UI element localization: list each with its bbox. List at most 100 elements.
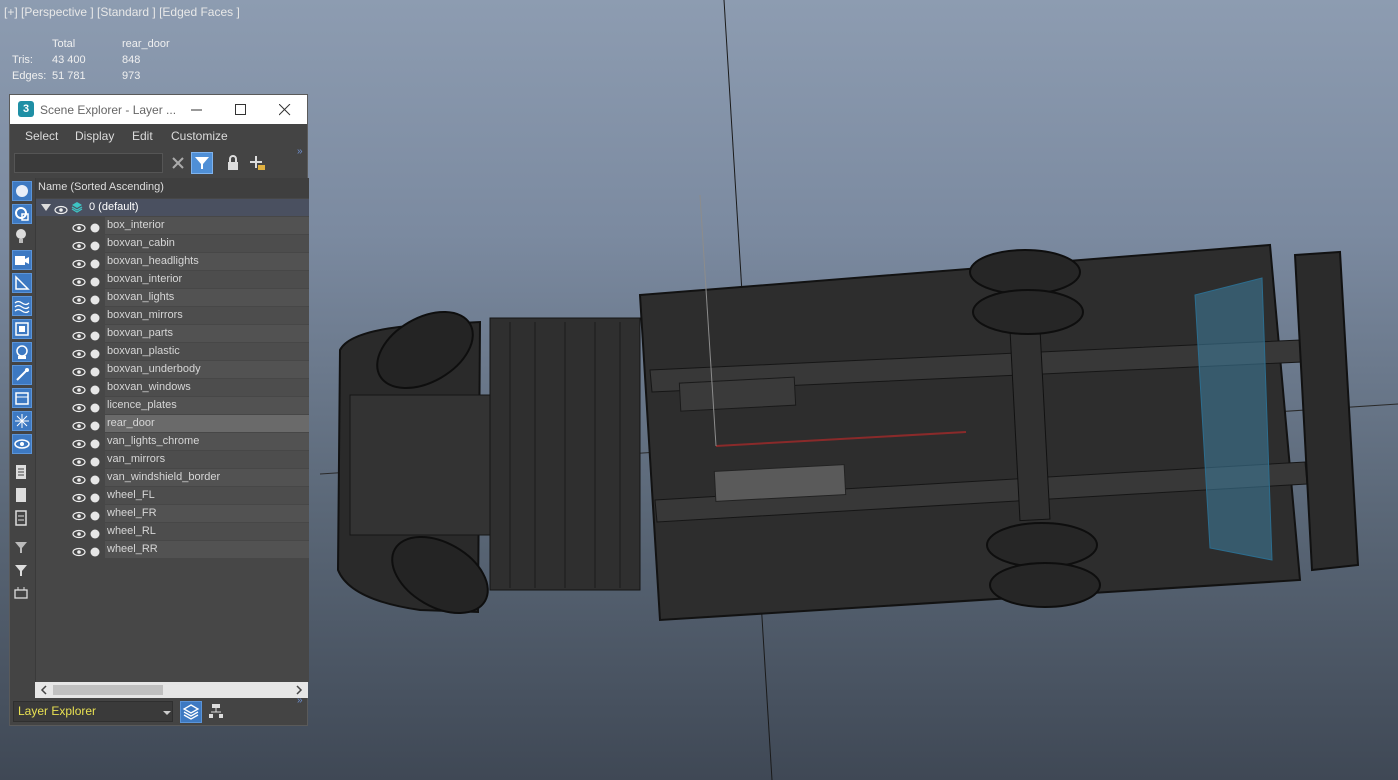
- visibility-eye-icon[interactable]: [72, 547, 86, 557]
- render-toggle-icon[interactable]: [90, 259, 100, 269]
- render-toggle-icon[interactable]: [90, 241, 100, 251]
- visibility-eye-icon[interactable]: [72, 349, 86, 359]
- filter-button[interactable]: [12, 561, 32, 581]
- render-toggle-icon[interactable]: [90, 331, 100, 341]
- tree-item[interactable]: boxvan_plastic: [36, 343, 309, 360]
- display-hidden-button[interactable]: [12, 434, 32, 454]
- display-cameras-button[interactable]: [12, 250, 32, 270]
- tree-item[interactable]: boxvan_mirrors: [36, 307, 309, 324]
- sort-by-layer-button[interactable]: [180, 701, 202, 723]
- lock-button[interactable]: [222, 152, 244, 174]
- tree-item[interactable]: van_lights_chrome: [36, 433, 309, 450]
- visibility-eye-icon[interactable]: [72, 241, 86, 251]
- display-bones-button[interactable]: [12, 365, 32, 385]
- display-xrefs-button[interactable]: [12, 342, 32, 362]
- display-containers-button[interactable]: [12, 388, 32, 408]
- tree-item[interactable]: wheel_RL: [36, 523, 309, 540]
- menu-display[interactable]: Display: [75, 129, 114, 143]
- tree-item[interactable]: box_interior: [36, 217, 309, 234]
- layer-tree[interactable]: Name (Sorted Ascending) 0 (default) box_i…: [35, 178, 309, 682]
- tree-item[interactable]: licence_plates: [36, 397, 309, 414]
- visibility-eye-icon[interactable]: [72, 529, 86, 539]
- tree-item[interactable]: van_mirrors: [36, 451, 309, 468]
- minimize-button[interactable]: [175, 95, 219, 124]
- visibility-eye-icon[interactable]: [72, 511, 86, 521]
- visibility-eye-icon[interactable]: [72, 313, 86, 323]
- render-toggle-icon[interactable]: [90, 529, 100, 539]
- render-toggle-icon[interactable]: [90, 277, 100, 287]
- display-none-button[interactable]: [12, 486, 32, 506]
- visibility-eye-icon[interactable]: [72, 439, 86, 449]
- viewport-label[interactable]: [+] [Perspective ] [Standard ] [Edged Fa…: [4, 5, 240, 19]
- tree-item[interactable]: rear_door: [36, 415, 309, 432]
- expand-chevron-icon[interactable]: »: [297, 146, 303, 157]
- visibility-eye-icon[interactable]: [54, 205, 68, 215]
- tree-item[interactable]: boxvan_underbody: [36, 361, 309, 378]
- filter-toggle-button[interactable]: [191, 152, 213, 174]
- render-toggle-icon[interactable]: [90, 295, 100, 305]
- render-toggle-icon[interactable]: [90, 313, 100, 323]
- horizontal-scrollbar[interactable]: [35, 682, 308, 698]
- search-input[interactable]: [14, 153, 163, 173]
- titlebar[interactable]: 3 Scene Explorer - Layer ...: [10, 95, 307, 124]
- display-invert-button[interactable]: [12, 509, 32, 529]
- display-particles-button[interactable]: [12, 411, 32, 431]
- maximize-button[interactable]: [219, 95, 263, 124]
- add-layer-button[interactable]: [246, 152, 268, 174]
- column-header-name[interactable]: Name (Sorted Ascending): [36, 178, 309, 198]
- close-button[interactable]: [263, 95, 307, 124]
- filter-settings-button[interactable]: [12, 538, 32, 558]
- render-toggle-icon[interactable]: [90, 511, 100, 521]
- tree-item[interactable]: boxvan_parts: [36, 325, 309, 342]
- visibility-eye-icon[interactable]: [72, 223, 86, 233]
- menu-edit[interactable]: Edit: [132, 129, 153, 143]
- render-toggle-icon[interactable]: [90, 403, 100, 413]
- tree-item[interactable]: boxvan_windows: [36, 379, 309, 396]
- tree-item[interactable]: van_windshield_border: [36, 469, 309, 486]
- display-groups-button[interactable]: [12, 319, 32, 339]
- render-toggle-icon[interactable]: [90, 439, 100, 449]
- render-toggle-icon[interactable]: [90, 421, 100, 431]
- selection-set-button[interactable]: [12, 584, 32, 604]
- display-geometry-button[interactable]: [12, 181, 32, 201]
- render-toggle-icon[interactable]: [90, 223, 100, 233]
- chevron-down-icon[interactable]: [162, 708, 172, 718]
- visibility-eye-icon[interactable]: [72, 367, 86, 377]
- render-toggle-icon[interactable]: [90, 349, 100, 359]
- scrollbar-thumb[interactable]: [53, 685, 163, 695]
- display-spacewarps-button[interactable]: [12, 296, 32, 316]
- tree-root-default-layer[interactable]: 0 (default): [36, 199, 309, 216]
- tree-item[interactable]: wheel_RR: [36, 541, 309, 558]
- visibility-eye-icon[interactable]: [72, 421, 86, 431]
- scroll-left-arrow-icon[interactable]: [37, 682, 51, 698]
- visibility-eye-icon[interactable]: [72, 259, 86, 269]
- tree-item[interactable]: boxvan_interior: [36, 271, 309, 288]
- render-toggle-icon[interactable]: [90, 367, 100, 377]
- render-toggle-icon[interactable]: [90, 457, 100, 467]
- tree-item[interactable]: wheel_FR: [36, 505, 309, 522]
- render-toggle-icon[interactable]: [90, 475, 100, 485]
- explorer-select[interactable]: Layer Explorer: [13, 701, 173, 722]
- menu-select[interactable]: Select: [25, 129, 58, 143]
- visibility-eye-icon[interactable]: [72, 493, 86, 503]
- menu-customize[interactable]: Customize: [171, 129, 228, 143]
- visibility-eye-icon[interactable]: [72, 295, 86, 305]
- visibility-eye-icon[interactable]: [72, 457, 86, 467]
- visibility-eye-icon[interactable]: [72, 277, 86, 287]
- render-toggle-icon[interactable]: [90, 493, 100, 503]
- tree-item[interactable]: boxvan_cabin: [36, 235, 309, 252]
- display-helpers-button[interactable]: [12, 273, 32, 293]
- tree-item[interactable]: wheel_FL: [36, 487, 309, 504]
- visibility-eye-icon[interactable]: [72, 475, 86, 485]
- display-lights-button[interactable]: [12, 227, 32, 247]
- visibility-eye-icon[interactable]: [72, 331, 86, 341]
- expand-chevron-bottom-icon[interactable]: »: [297, 695, 303, 706]
- expand-triangle-icon[interactable]: [41, 203, 51, 213]
- clear-search-button[interactable]: [167, 152, 189, 174]
- display-all-button[interactable]: [12, 463, 32, 483]
- sort-by-hierarchy-button[interactable]: [206, 701, 228, 723]
- visibility-eye-icon[interactable]: [72, 385, 86, 395]
- render-toggle-icon[interactable]: [90, 385, 100, 395]
- render-toggle-icon[interactable]: [90, 547, 100, 557]
- tree-item[interactable]: boxvan_lights: [36, 289, 309, 306]
